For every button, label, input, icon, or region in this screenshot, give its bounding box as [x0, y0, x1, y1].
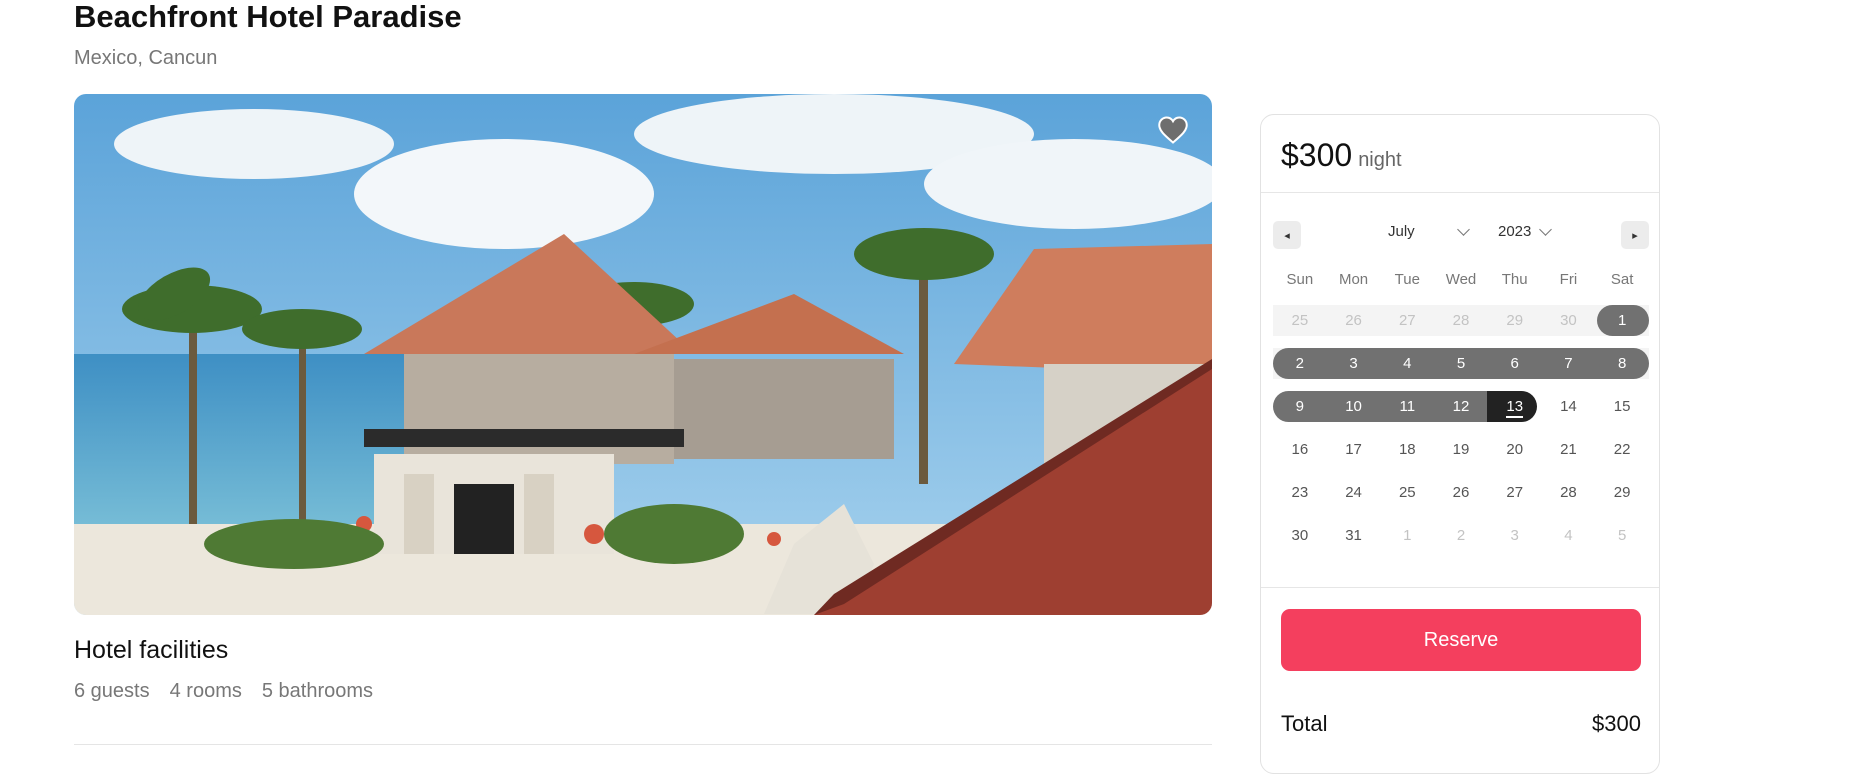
- calendar-day[interactable]: 3: [1327, 348, 1381, 379]
- weekday-label: Wed: [1445, 271, 1477, 288]
- calendar-day[interactable]: 5: [1595, 520, 1649, 551]
- hotel-location: Mexico, Cancun: [74, 47, 218, 69]
- card-divider: [1261, 192, 1659, 193]
- price-unit: night: [1358, 149, 1402, 171]
- calendar-day[interactable]: 17: [1327, 434, 1381, 465]
- calendar-day[interactable]: 27: [1488, 477, 1542, 508]
- calendar-day[interactable]: 9: [1273, 391, 1327, 422]
- calendar-week: 30 31 1 2 3 4 5: [1273, 520, 1649, 551]
- calendar-day[interactable]: 18: [1380, 434, 1434, 465]
- calendar-day-today[interactable]: 13: [1488, 391, 1542, 422]
- facilities-list: 6 guests 4 rooms 5 bathrooms: [74, 680, 373, 703]
- calendar-day[interactable]: 29: [1595, 477, 1649, 508]
- chevron-down-icon: [1539, 223, 1553, 236]
- calendar-day[interactable]: 7: [1542, 348, 1596, 379]
- reserve-button[interactable]: Reserve: [1281, 609, 1641, 671]
- card-divider: [1261, 587, 1659, 588]
- calendar-day[interactable]: 20: [1488, 434, 1542, 465]
- total-label: Total: [1281, 711, 1328, 736]
- month-select[interactable]: July: [1388, 223, 1470, 240]
- hotel-title: Beachfront Hotel Paradise: [74, 0, 462, 34]
- weekday-label: Mon: [1338, 271, 1369, 288]
- calendar-day[interactable]: 4: [1542, 520, 1596, 551]
- calendar-week: 23 24 25 26 27 28 29: [1273, 477, 1649, 508]
- calendar-day[interactable]: 25: [1380, 477, 1434, 508]
- calendar-grid: Sun Mon Tue Wed Thu Fri Sat 25 26 27 28 …: [1273, 267, 1649, 551]
- calendar-day[interactable]: 11: [1380, 391, 1434, 422]
- calendar-week: 25 26 27 28 29 30 1: [1273, 305, 1649, 336]
- calendar-day[interactable]: 6: [1488, 348, 1542, 379]
- calendar-day[interactable]: 3: [1488, 520, 1542, 551]
- calendar-week: 16 17 18 19 20 21 22: [1273, 434, 1649, 465]
- rooms-count: 4 rooms: [169, 680, 242, 702]
- section-divider: [74, 744, 1212, 745]
- calendar-day[interactable]: 26: [1327, 305, 1381, 336]
- price-row: $300 night: [1281, 137, 1402, 174]
- prev-month-button[interactable]: ◂: [1273, 221, 1301, 249]
- calendar-day[interactable]: 30: [1542, 305, 1596, 336]
- calendar-day[interactable]: 2: [1434, 520, 1488, 551]
- hotel-photo: [74, 94, 1212, 615]
- year-value: 2023: [1498, 223, 1532, 240]
- calendar-day[interactable]: 14: [1542, 391, 1596, 422]
- calendar-day[interactable]: 16: [1273, 434, 1327, 465]
- calendar-day[interactable]: 1: [1595, 305, 1649, 336]
- next-month-button[interactable]: ▸: [1621, 221, 1649, 249]
- calendar-day[interactable]: 15: [1595, 391, 1649, 422]
- total-value: $300: [1592, 711, 1641, 736]
- calendar-day[interactable]: 21: [1542, 434, 1596, 465]
- guests-count: 6 guests: [74, 680, 150, 702]
- calendar-day[interactable]: 30: [1273, 520, 1327, 551]
- hotel-image: [74, 94, 1212, 615]
- calendar-day[interactable]: 8: [1595, 348, 1649, 379]
- calendar-day[interactable]: 1: [1380, 520, 1434, 551]
- calendar-day[interactable]: 25: [1273, 305, 1327, 336]
- calendar-day[interactable]: 24: [1327, 477, 1381, 508]
- heart-icon: [1158, 116, 1188, 144]
- chevron-down-icon: [1456, 223, 1470, 236]
- calendar-day[interactable]: 29: [1488, 305, 1542, 336]
- weekday-label: Thu: [1501, 271, 1528, 288]
- calendar-day[interactable]: 23: [1273, 477, 1327, 508]
- bathrooms-count: 5 bathrooms: [261, 680, 374, 702]
- price-per-night: $300: [1281, 137, 1353, 173]
- weekday-header: Sun Mon Tue Wed Thu Fri Sat: [1273, 267, 1649, 293]
- weekday-label: Sat: [1610, 271, 1634, 288]
- calendar-week: 9 10 11 12 13 14 15: [1273, 391, 1649, 422]
- calendar-day[interactable]: 22: [1595, 434, 1649, 465]
- calendar-day[interactable]: 28: [1434, 305, 1488, 336]
- calendar-day[interactable]: 19: [1434, 434, 1488, 465]
- favorite-heart-button[interactable]: [1158, 116, 1188, 144]
- booking-card: $300 night ◂ July 2023 ▸ Sun Mon Tue Wed…: [1260, 114, 1660, 774]
- total-row: Total $300: [1281, 711, 1641, 737]
- calendar-day[interactable]: 10: [1327, 391, 1381, 422]
- weekday-label: Fri: [1559, 271, 1578, 288]
- facilities-heading: Hotel facilities: [74, 636, 229, 664]
- calendar-week: 2 3 4 5 6 7 8: [1273, 348, 1649, 379]
- year-select[interactable]: 2023: [1498, 223, 1553, 240]
- calendar-day[interactable]: 26: [1434, 477, 1488, 508]
- today-label: 13: [1506, 398, 1524, 418]
- calendar-day[interactable]: 12: [1434, 391, 1488, 422]
- calendar-day[interactable]: 5: [1434, 348, 1488, 379]
- calendar-day[interactable]: 2: [1273, 348, 1327, 379]
- calendar-day[interactable]: 4: [1380, 348, 1434, 379]
- weekday-label: Sun: [1286, 271, 1314, 288]
- calendar-day[interactable]: 27: [1380, 305, 1434, 336]
- month-value: July: [1388, 223, 1415, 240]
- calendar-day[interactable]: 31: [1327, 520, 1381, 551]
- calendar-day[interactable]: 28: [1542, 477, 1596, 508]
- weekday-label: Tue: [1394, 271, 1420, 288]
